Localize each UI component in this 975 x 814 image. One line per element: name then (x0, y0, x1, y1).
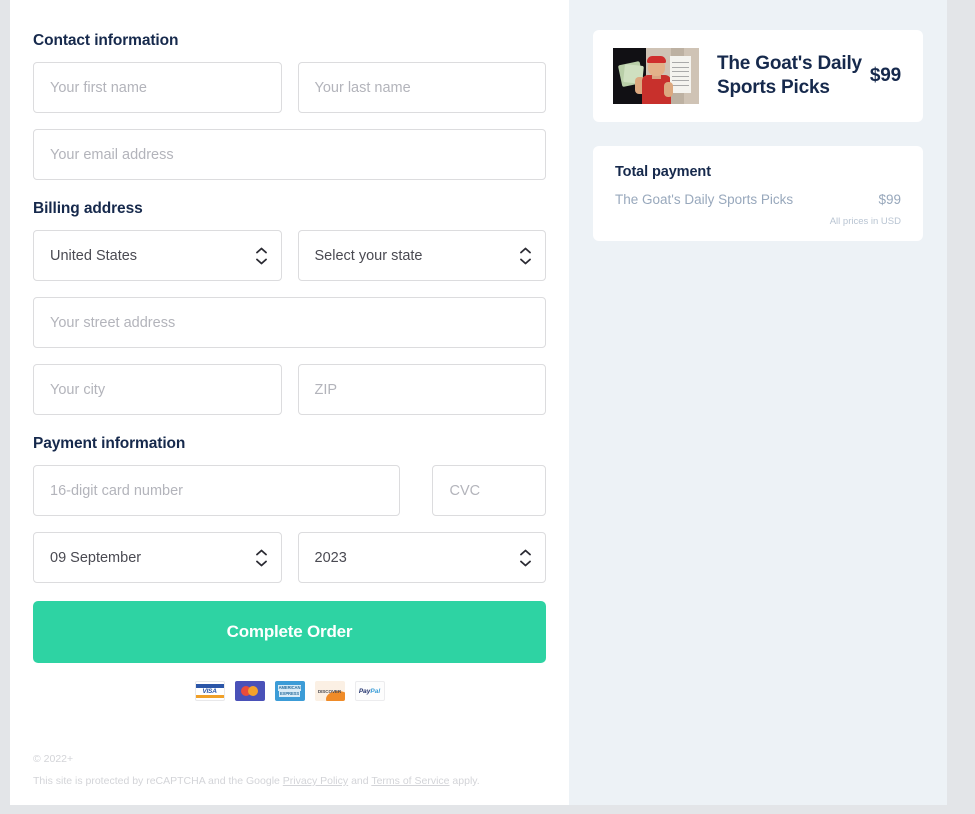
street-address-input[interactable]: Your street address (33, 297, 546, 348)
recaptcha-suffix: apply. (449, 775, 480, 787)
recaptcha-notice: This site is protected by reCAPTCHA and … (33, 775, 533, 787)
checkout-page: Contact information Your first name Your… (10, 0, 947, 805)
country-select-value: United States (50, 247, 138, 264)
state-select[interactable]: Select your state (297, 230, 546, 281)
card-number-row: 16-digit card number CVC (33, 465, 546, 516)
city-input[interactable]: Your city (33, 364, 282, 415)
cvc-input[interactable]: CVC (432, 465, 546, 516)
chevron-up-down-icon (520, 549, 531, 566)
currency-note: All prices in USD (829, 216, 901, 227)
product-title: The Goat's Daily Sports Picks (717, 52, 862, 98)
order-summary-panel: The Goat's Daily Sports Picks $99 Total … (569, 0, 947, 805)
visa-icon: VISA (194, 681, 225, 701)
footer: © 2022+ This site is protected by reCAPT… (33, 753, 533, 787)
copyright-text: © 2022+ (33, 753, 74, 765)
last-name-input[interactable]: Your last name (297, 62, 546, 113)
name-fields-row: Your first name Your last name (33, 62, 546, 113)
product-thumbnail (613, 48, 699, 104)
privacy-policy-link[interactable]: Privacy Policy (283, 775, 348, 787)
country-state-row: United States Select your state (33, 230, 546, 281)
email-input[interactable]: Your email address (33, 129, 546, 180)
chevron-up-down-icon (520, 247, 531, 264)
accepted-payment-methods: VISA AMERICAN EXPRESS DISCOVER Pay Pal (33, 681, 546, 701)
first-name-input[interactable]: Your first name (33, 62, 282, 113)
amex-icon: AMERICAN EXPRESS (274, 681, 305, 701)
product-card: The Goat's Daily Sports Picks $99 (593, 30, 923, 122)
billing-address-heading: Billing address (33, 200, 143, 217)
state-select-value: Select your state (314, 247, 423, 264)
discover-icon: DISCOVER (314, 681, 345, 701)
payment-information-heading: Payment information (33, 435, 186, 452)
product-price: $99 (869, 65, 901, 86)
total-line-item-price: $99 (878, 192, 901, 207)
expiry-year-select[interactable]: 2023 (297, 532, 546, 583)
paypal-icon: Pay Pal (354, 681, 385, 701)
terms-of-service-link[interactable]: Terms of Service (371, 775, 449, 787)
expiry-month-value: 09 September (50, 549, 142, 566)
expiry-row: 09 September 2023 (33, 532, 546, 583)
expiry-year-value: 2023 (314, 549, 347, 566)
recaptcha-prefix: This site is protected by reCAPTCHA and … (33, 775, 283, 787)
checkout-form-panel: Contact information Your first name Your… (10, 0, 569, 805)
country-select[interactable]: United States (33, 230, 282, 281)
mastercard-icon (234, 681, 265, 701)
total-payment-heading: Total payment (615, 164, 711, 180)
chevron-up-down-icon (255, 247, 267, 264)
city-zip-row: Your city ZIP (33, 364, 546, 415)
chevron-up-down-icon (255, 549, 267, 566)
complete-order-button[interactable]: Complete Order (33, 601, 546, 663)
zip-input[interactable]: ZIP (297, 364, 546, 415)
contact-information-heading: Contact information (33, 32, 179, 49)
total-line-item: The Goat's Daily Sports Picks $99 (615, 192, 901, 207)
card-number-input[interactable]: 16-digit card number (33, 465, 401, 516)
expiry-month-select[interactable]: 09 September (33, 532, 282, 583)
recaptcha-middle: and (348, 775, 372, 787)
total-payment-card: Total payment The Goat's Daily Sports Pi… (593, 146, 923, 241)
total-line-item-label: The Goat's Daily Sports Picks (615, 192, 794, 207)
